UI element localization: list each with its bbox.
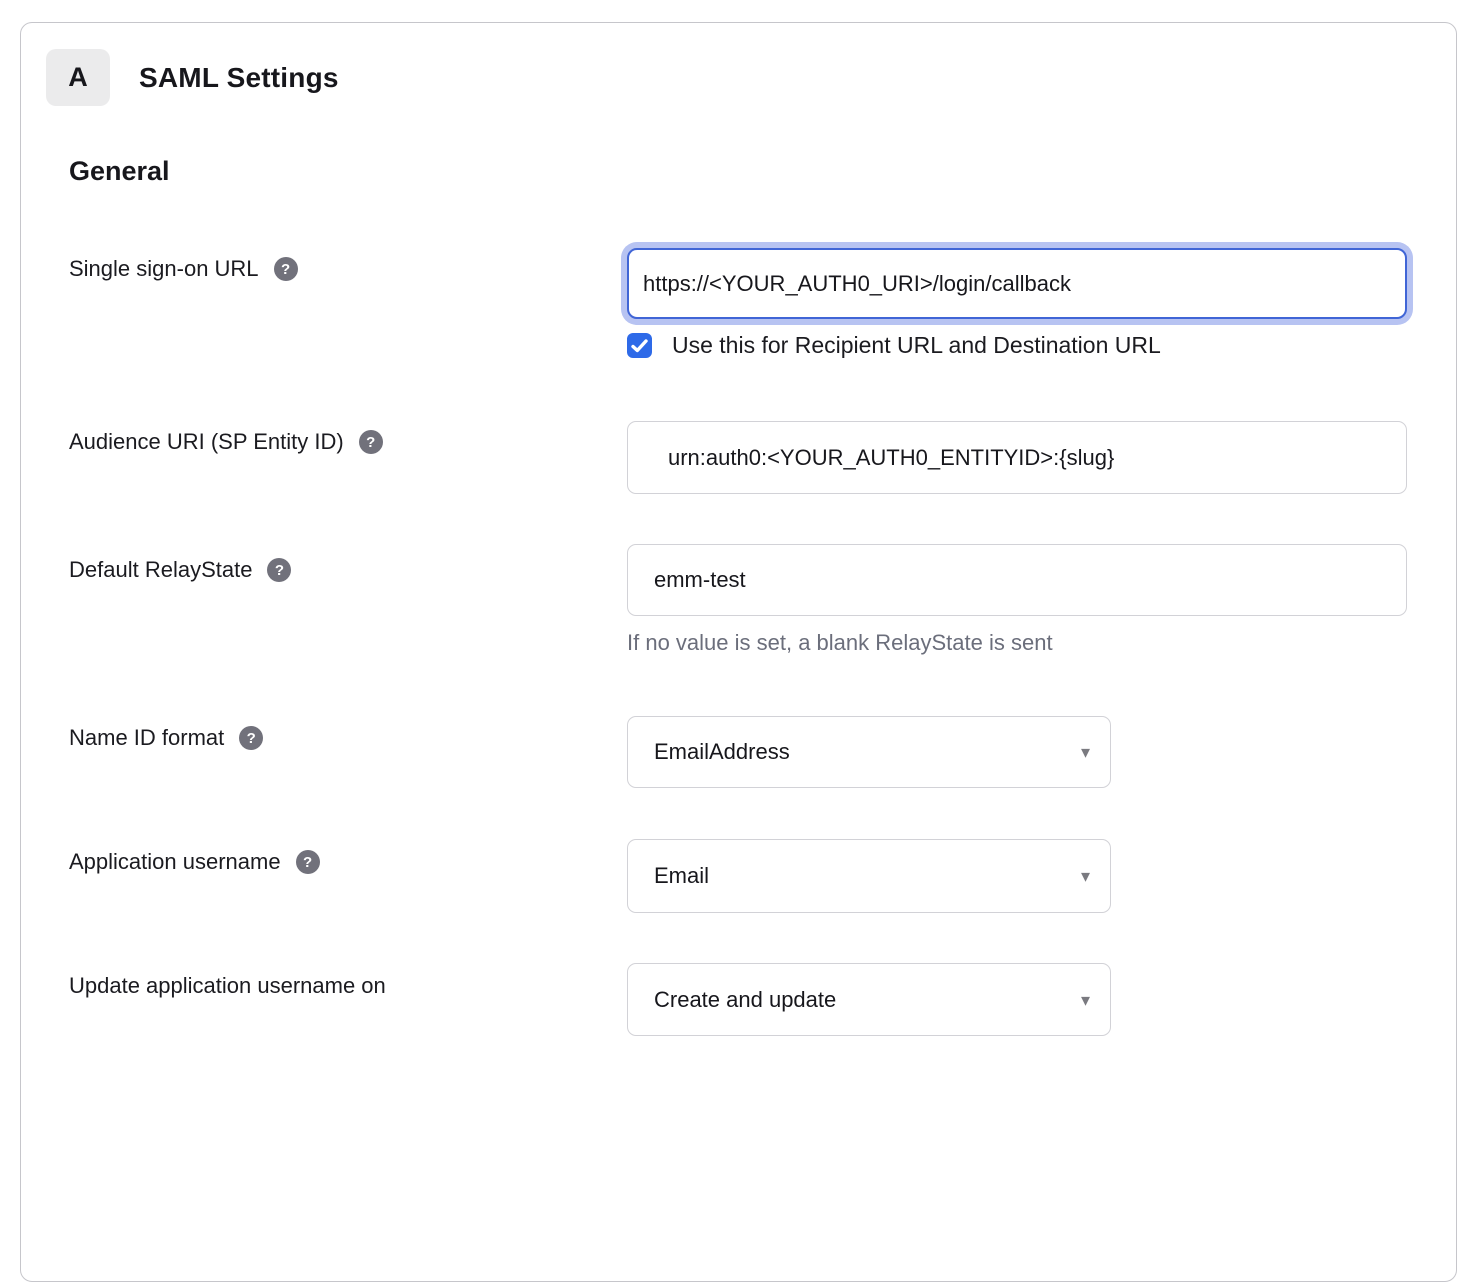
chevron-down-icon: ▾ bbox=[1081, 991, 1090, 1009]
update-application-username-label-text: Update application username on bbox=[69, 973, 386, 999]
sso-url-label: Single sign-on URL ? bbox=[69, 256, 298, 282]
audience-uri-label: Audience URI (SP Entity ID) ? bbox=[69, 429, 383, 455]
application-username-value: Email bbox=[654, 863, 709, 889]
update-application-username-select[interactable]: Create and update ▾ bbox=[627, 963, 1111, 1036]
page-title: SAML Settings bbox=[139, 62, 339, 94]
saml-settings-panel: A SAML Settings General Single sign-on U… bbox=[20, 22, 1457, 1282]
step-badge: A bbox=[46, 49, 110, 106]
application-username-label-text: Application username bbox=[69, 849, 281, 875]
recipient-url-checkbox[interactable] bbox=[627, 333, 652, 358]
name-id-format-label: Name ID format ? bbox=[69, 725, 263, 751]
audience-uri-input[interactable] bbox=[627, 421, 1407, 494]
default-relaystate-help-icon[interactable]: ? bbox=[267, 558, 291, 582]
sso-url-label-text: Single sign-on URL bbox=[69, 256, 259, 282]
section-heading-general: General bbox=[69, 156, 170, 187]
checkmark-icon bbox=[631, 339, 648, 353]
chevron-down-icon: ▾ bbox=[1081, 867, 1090, 885]
name-id-format-help-icon[interactable]: ? bbox=[239, 726, 263, 750]
audience-uri-help-icon[interactable]: ? bbox=[359, 430, 383, 454]
application-username-select[interactable]: Email ▾ bbox=[627, 839, 1111, 913]
recipient-url-checkbox-row: Use this for Recipient URL and Destinati… bbox=[627, 332, 1161, 359]
recipient-url-checkbox-label: Use this for Recipient URL and Destinati… bbox=[672, 332, 1161, 359]
default-relaystate-input[interactable] bbox=[627, 544, 1407, 616]
default-relaystate-label: Default RelayState ? bbox=[69, 557, 291, 583]
relaystate-helper-text: If no value is set, a blank RelayState i… bbox=[627, 630, 1053, 656]
name-id-format-select[interactable]: EmailAddress ▾ bbox=[627, 716, 1111, 788]
default-relaystate-label-text: Default RelayState bbox=[69, 557, 252, 583]
update-application-username-label: Update application username on bbox=[69, 973, 386, 999]
sso-url-help-icon[interactable]: ? bbox=[274, 257, 298, 281]
sso-url-input[interactable] bbox=[627, 248, 1407, 319]
application-username-help-icon[interactable]: ? bbox=[296, 850, 320, 874]
name-id-format-value: EmailAddress bbox=[654, 739, 790, 765]
chevron-down-icon: ▾ bbox=[1081, 743, 1090, 761]
application-username-label: Application username ? bbox=[69, 849, 320, 875]
panel-header: A SAML Settings bbox=[46, 49, 339, 106]
update-application-username-value: Create and update bbox=[654, 987, 836, 1013]
audience-uri-label-text: Audience URI (SP Entity ID) bbox=[69, 429, 344, 455]
name-id-format-label-text: Name ID format bbox=[69, 725, 224, 751]
